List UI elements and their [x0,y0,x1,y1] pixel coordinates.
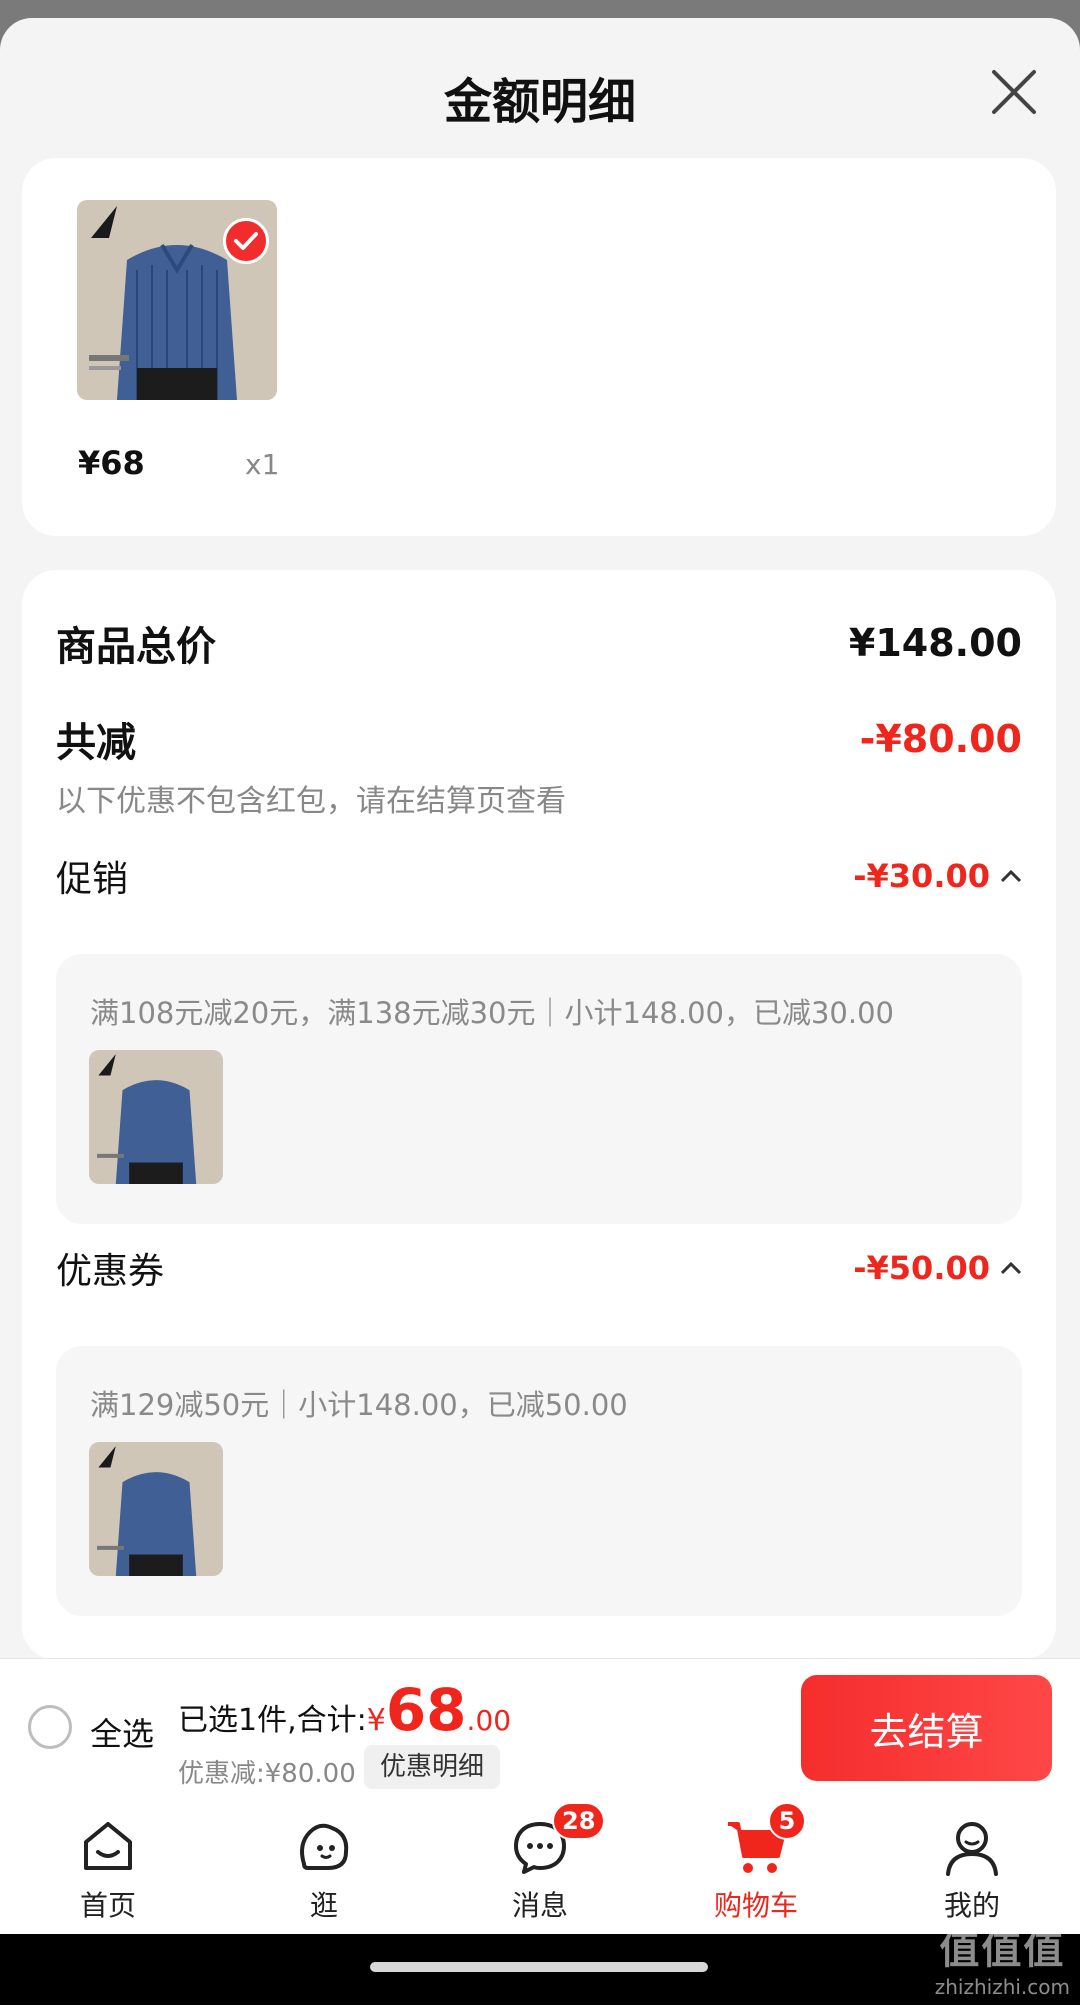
total-price-row: 商品总价 ¥148.00 [56,614,1022,672]
discount-note: 以下优惠不包含红包，请在结算页查看 [56,784,566,819]
total-amount-integer: 68 [385,1676,467,1744]
watermark-domain: zhizhizhi.com [934,1975,1070,1999]
tab-label: 首页 [79,1889,136,1922]
tab-label: 消息 [511,1889,568,1922]
discount-amount-text: 优惠减:¥80.00 [178,1759,356,1789]
item-quantity: x1 [245,448,280,481]
coupon-detail-box: 满129减50元｜小计148.00，已减50.00 [56,1346,1022,1616]
promotion-label: 促销 [56,859,129,900]
total-price-value: ¥148.00 [848,621,1022,665]
browse-icon [300,1823,349,1870]
promotion-detail-box: 满108元减20元，满138元减30元｜小计148.00，已减30.00 [56,954,1022,1224]
product-thumbnail[interactable] [77,200,277,400]
tab-home[interactable]: 首页 [0,1798,216,1934]
currency-symbol: ¥ [366,1703,386,1738]
profile-icon [946,1822,998,1876]
shirt-product-image [89,1442,223,1576]
watermark-logo: 值值值 [939,1927,1066,1973]
cart-badge: 5 [768,1802,806,1840]
close-icon[interactable] [986,64,1042,120]
shirt-product-image [89,1050,223,1184]
promotion-amount: -¥30.00 [853,857,990,895]
chevron-up-icon [1000,869,1022,883]
checkout-button[interactable]: 去结算 [801,1675,1052,1781]
tab-messages[interactable]: 28 消息 [432,1798,648,1934]
coupon-value[interactable]: -¥50.00 [853,1249,1022,1287]
promotion-row[interactable]: 促销 -¥30.00 [56,850,1022,902]
coupon-detail-text: 满129减50元｜小计148.00，已减50.00 [90,1388,628,1422]
total-reduce-label: 共减 [56,720,136,766]
coupon-product-thumbnail[interactable] [89,1442,223,1576]
tab-label: 逛 [309,1889,338,1922]
select-all-label[interactable]: 全选 [90,1709,154,1755]
tab-profile[interactable]: 我的 [864,1798,1080,1934]
total-summary: 已选1件,合计: ¥ 68 .00 [178,1681,511,1739]
check-icon [223,218,269,264]
coupon-row[interactable]: 优惠券 -¥50.00 [56,1242,1022,1294]
system-bar: 值值值 zhizhizhi.com [0,1927,1080,2005]
total-reduce-value: -¥80.00 [859,717,1022,761]
promotion-product-thumbnail[interactable] [89,1050,223,1184]
tab-browse[interactable]: 逛 [216,1798,432,1934]
amount-detail-sheet: 金额明细 ¥68 x1 商品总价 ¥148.00 共减 -¥80.00 以下优惠… [0,18,1080,1798]
home-indicator[interactable] [370,1962,708,1972]
selected-count-text: 已选1件,合计: [178,1703,367,1738]
chevron-up-icon [1000,1261,1022,1275]
discount-detail-button[interactable]: 优惠明细 [364,1745,501,1789]
coupon-label: 优惠券 [56,1251,165,1292]
total-reduce-row: 共减 -¥80.00 [56,710,1022,768]
watermark: 值值值 zhizhizhi.com [935,1917,1070,1999]
tab-cart[interactable]: 5 购物车 [648,1798,864,1934]
total-price-label: 商品总价 [56,624,216,670]
total-amount-decimal: .00 [466,1704,512,1737]
tab-label: 购物车 [713,1889,798,1922]
bottom-tab-bar: 首页 逛 28 消息 5 购物车 我的 [0,1798,1080,1934]
message-badge: 28 [552,1802,606,1840]
checkout-bar: 全选 已选1件,合计: ¥ 68 .00 优惠减:¥80.00 优惠明细 去结算 [0,1658,1080,1798]
home-icon [84,1822,132,1870]
selected-items-card: ¥68 x1 [22,158,1056,536]
coupon-amount: -¥50.00 [853,1249,990,1287]
promotion-value[interactable]: -¥30.00 [853,857,1022,895]
sheet-title: 金额明细 [443,74,636,130]
sheet-header: 金额明细 [0,18,1080,160]
price-detail-card: 商品总价 ¥148.00 共减 -¥80.00 以下优惠不包含红包，请在结算页查… [22,570,1056,1660]
promotion-detail-text: 满108元减20元，满138元减30元｜小计148.00，已减30.00 [90,996,895,1030]
item-price: ¥68 [78,444,145,482]
select-all-radio[interactable] [28,1705,72,1749]
